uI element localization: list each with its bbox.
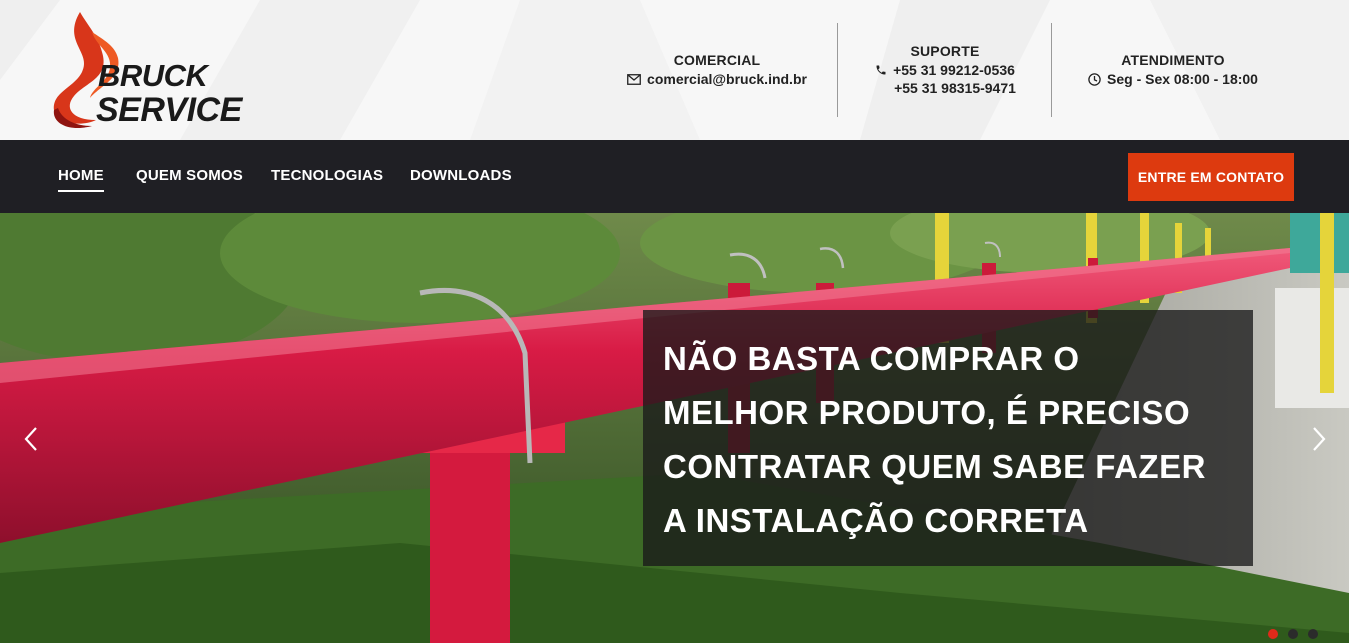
logo-text-line1: BRUCK xyxy=(98,58,208,93)
commercial-email-link[interactable]: comercial@bruck.ind.br xyxy=(647,70,807,88)
hero-caption: NÃO BASTA COMPRAR O MELHOR PRODUTO, É PR… xyxy=(663,340,1206,539)
logo-text-line2: SERVICE xyxy=(96,91,242,129)
support-phone-1[interactable]: +55 31 99212-0536 xyxy=(893,61,1015,79)
slider-dot-3[interactable] xyxy=(1308,629,1318,639)
hours-title: ATENDIMENTO xyxy=(1121,52,1225,68)
chevron-right-icon[interactable] xyxy=(1304,425,1332,453)
support-contact: SUPORTE +55 31 99212-0536 +55 31 98315-9… xyxy=(838,0,1052,140)
nav-item-tecnologias[interactable]: TECNOLOGIAS xyxy=(271,167,383,184)
nav-item-home[interactable]: HOME xyxy=(58,167,104,192)
support-title: SUPORTE xyxy=(910,43,980,59)
chevron-left-icon[interactable] xyxy=(18,425,46,453)
slider-dot-2[interactable] xyxy=(1288,629,1298,639)
contact-cta-button[interactable]: ENTRE EM CONTATO xyxy=(1128,153,1294,201)
nav-item-quem-somos[interactable]: QUEM SOMOS xyxy=(136,167,243,184)
nav-item-downloads[interactable]: DOWNLOADS xyxy=(410,167,512,184)
slider-dot-1[interactable] xyxy=(1268,629,1278,639)
commercial-contact: COMERCIAL comercial@bruck.ind.br xyxy=(612,0,822,140)
hero-caption-box: NÃO BASTA COMPRAR O MELHOR PRODUTO, É PR… xyxy=(643,310,1253,566)
hours-contact: ATENDIMENTO Seg - Sex 08:00 - 18:00 xyxy=(1054,0,1292,140)
hours-text: Seg - Sex 08:00 - 18:00 xyxy=(1107,71,1258,87)
support-phone-2[interactable]: +55 31 98315-9471 xyxy=(894,79,1016,97)
slider-pagination xyxy=(1268,629,1318,639)
phone-icon xyxy=(876,65,886,75)
commercial-title: COMERCIAL xyxy=(673,52,761,68)
hero-slider: NÃO BASTA COMPRAR O MELHOR PRODUTO, É PR… xyxy=(0,213,1349,643)
clock-icon xyxy=(1088,72,1101,86)
envelope-icon xyxy=(627,73,641,85)
brand-logo[interactable]: BRUCK SERVICE xyxy=(52,12,242,130)
header-divider xyxy=(1051,23,1052,117)
main-nav: HOME QUEM SOMOS TECNOLOGIAS DOWNLOADS EN… xyxy=(0,140,1349,213)
top-header: BRUCK SERVICE COMERCIAL comercial@bruck.… xyxy=(0,0,1349,140)
